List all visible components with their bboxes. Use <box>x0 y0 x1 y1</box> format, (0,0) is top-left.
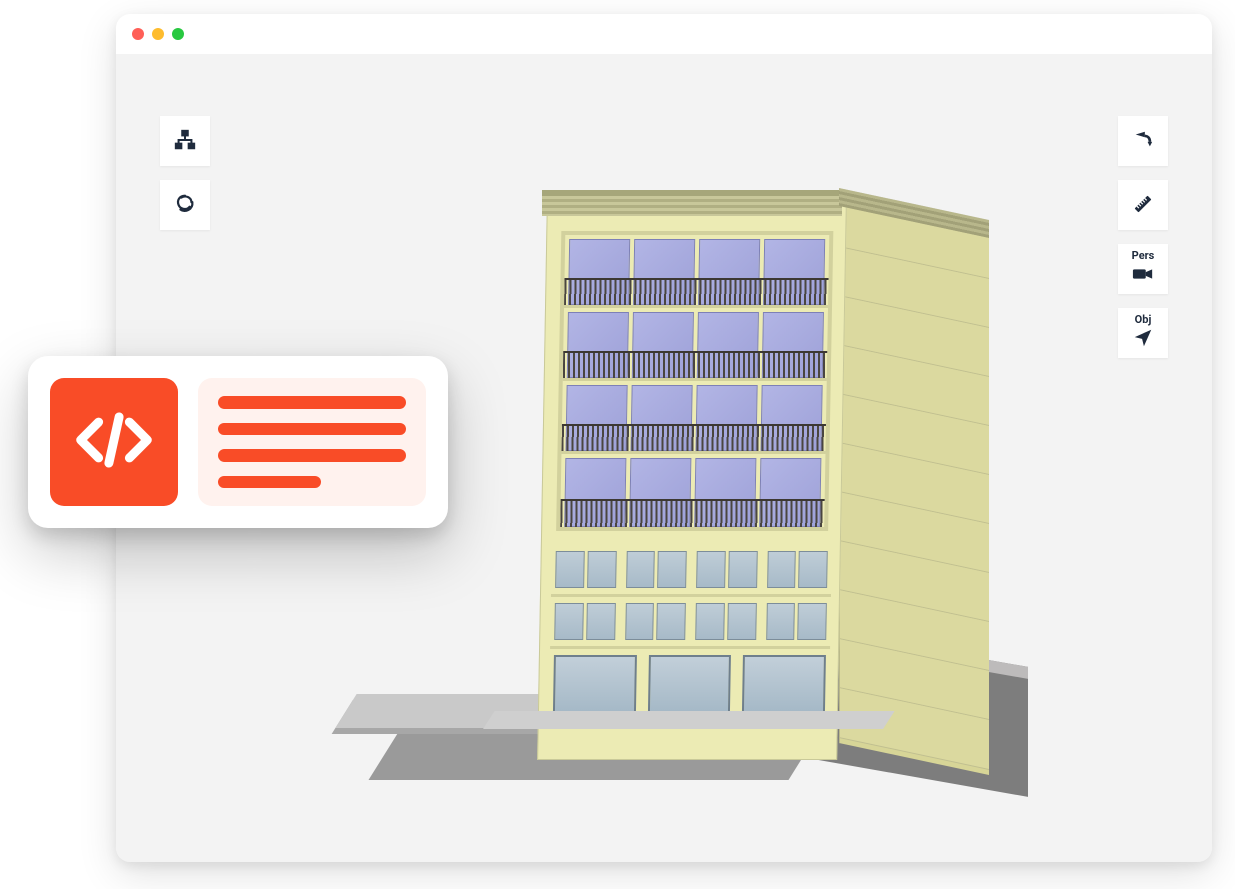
hierarchy-button[interactable] <box>160 116 210 166</box>
ruler-icon <box>1132 193 1154 218</box>
cursor-arrow-icon <box>1132 327 1154 352</box>
swirl-icon <box>174 193 196 218</box>
hierarchy-icon <box>174 129 196 154</box>
right-toolbar: Pers Obj <box>1118 116 1168 358</box>
window-maximize-button[interactable] <box>172 28 184 40</box>
orientation-button[interactable]: Obj <box>1118 308 1168 358</box>
layers-button[interactable] <box>160 180 210 230</box>
camera-mode-label: Pers <box>1132 250 1155 261</box>
rotate-icon <box>1132 129 1154 154</box>
rotate-button[interactable] <box>1118 116 1168 166</box>
camera-icon <box>1132 263 1154 288</box>
measure-button[interactable] <box>1118 180 1168 230</box>
window-close-button[interactable] <box>132 28 144 40</box>
left-toolbar <box>160 116 210 230</box>
window-titlebar <box>116 14 1212 54</box>
camera-mode-button[interactable]: Pers <box>1118 244 1168 294</box>
code-overlay-card <box>28 356 448 528</box>
window-minimize-button[interactable] <box>152 28 164 40</box>
code-icon <box>73 409 155 475</box>
orientation-label: Obj <box>1135 314 1152 325</box>
text-lines-tile[interactable] <box>198 378 426 506</box>
code-tile[interactable] <box>50 378 178 506</box>
